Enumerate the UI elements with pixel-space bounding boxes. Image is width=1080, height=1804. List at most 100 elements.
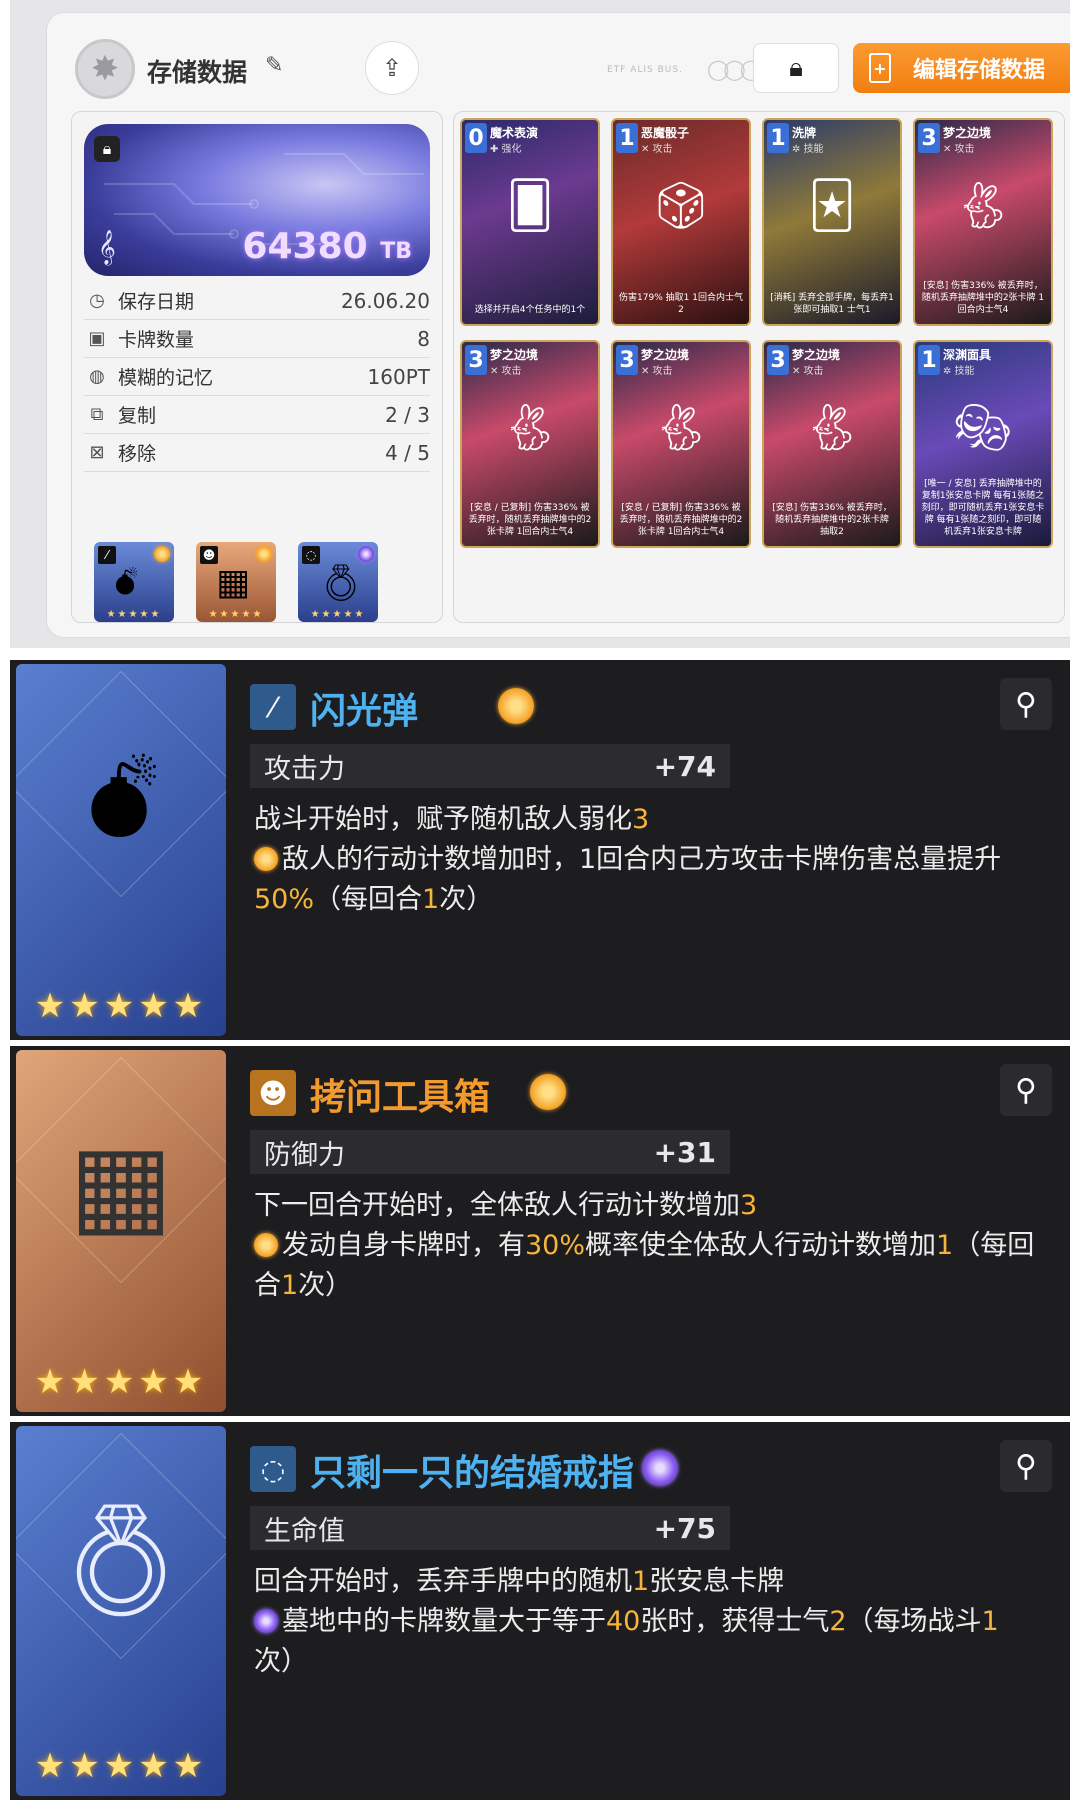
moon-badge-icon bbox=[642, 1450, 678, 1486]
stat-value: +75 bbox=[653, 1511, 716, 1545]
effect-line-1: 下一回合开始时，全体敌人行动计数增加3 bbox=[254, 1186, 1044, 1226]
text: 次） bbox=[298, 1270, 353, 1301]
sun-badge-icon bbox=[256, 546, 272, 562]
deck-card[interactable]: 1 深渊面具 ✲ 技能 🎭︎ [唯一 / 安息] 丢弃抽牌堆中的复制1张安息卡牌 每有1… bbox=[913, 340, 1053, 548]
panel-card: ✸ 存储数据 ✎ ⇪ ETF ALIS BUS. ◯◯◯ 🔒︎ + 编辑存储数据… bbox=[46, 12, 1070, 638]
text: 回合开始时，丢弃手牌中的随机 bbox=[254, 1566, 632, 1597]
text: 发动自身卡牌时，有 bbox=[282, 1230, 525, 1261]
edit-save-data-button[interactable]: + 编辑存储数据 bbox=[853, 43, 1070, 93]
card-name: 梦之边境 bbox=[792, 348, 841, 362]
number: 3 bbox=[632, 804, 650, 835]
deck-card[interactable]: 3 梦之边境 ✕ 攻击 🐇︎ [安息 / 已复制] 伤害336% 被丢弃时，随机丢弃抽牌… bbox=[460, 340, 600, 548]
rename-pencil-icon[interactable]: ✎ bbox=[265, 53, 283, 78]
equip-stars: ★★★★★ bbox=[208, 609, 264, 620]
sun-badge-icon bbox=[498, 688, 534, 724]
deck-card[interactable]: 1 洗牌 ✲ 技能 🃏︎ [消耗] 丢弃全部手牌，每丢弃1张即可抽取1 士气1 bbox=[762, 118, 902, 326]
stat-row: 防御力 +31 bbox=[250, 1130, 730, 1174]
card-description: 选择并开启4个任务中的1个 bbox=[474, 305, 586, 315]
deck-card[interactable]: 0 魔术表演 ✚ 强化 🂠 选择并开启4个任务中的1个 bbox=[460, 118, 600, 326]
item-name: 闪光弹 bbox=[310, 691, 419, 732]
item-detail-flashbang: 💣︎ ★★★★★ ⁄ 闪光弹 ⚲ 攻击力 +74 战斗开始时，赋予随机敌人弱化3 … bbox=[10, 660, 1070, 1040]
search-button[interactable]: ⚲ bbox=[1000, 678, 1052, 730]
deck-box: 0 魔术表演 ✚ 强化 🂠 选择并开启4个任务中的1个 1 恶魔骰子 ✕ 攻击 🎲︎ 伤害179%… bbox=[453, 111, 1065, 623]
text: 张时，获得士气 bbox=[640, 1606, 830, 1637]
avatar-star-icon[interactable]: ✸ bbox=[75, 39, 135, 99]
card-type: ✕ 攻击 bbox=[943, 144, 975, 155]
sun-inline-icon bbox=[254, 1233, 278, 1257]
card-cost: 1 bbox=[767, 123, 789, 153]
row-value: 4 / 5 bbox=[385, 440, 430, 465]
text: 次） bbox=[254, 1646, 308, 1677]
effect-line-2: 敌人的行动计数增加时，1回合内己方攻击卡牌伤害总量提升 50%（每回合1次） bbox=[254, 840, 1044, 920]
effect-line-1: 回合开始时，丢弃手牌中的随机1张安息卡牌 bbox=[254, 1562, 1044, 1602]
card-type: ✕ 攻击 bbox=[641, 144, 673, 155]
rings-logo-icon: ◯◯◯ bbox=[707, 57, 762, 81]
text: （每回合 bbox=[314, 884, 423, 915]
item-image: ▦ ★★★★★ bbox=[16, 1050, 226, 1412]
ring-icon: 💍︎ bbox=[318, 563, 364, 604]
sun-badge-icon bbox=[530, 1074, 566, 1110]
card-type: ✕ 攻击 bbox=[792, 366, 824, 377]
equip-stars: ★★★★★ bbox=[106, 609, 162, 620]
ring-type-icon: ◌ bbox=[250, 1446, 296, 1492]
search-button[interactable]: ⚲ bbox=[1000, 1440, 1052, 1492]
brain-icon: ◍ bbox=[89, 366, 105, 387]
card-art-icon: 🎭︎ bbox=[953, 399, 1013, 454]
row-label: 移除 bbox=[118, 443, 157, 465]
row-memory: ◍ 模糊的记忆 160PT bbox=[84, 358, 430, 396]
card-description: 伤害179% 抽取1 1回合内士气2 bbox=[619, 293, 743, 315]
card-description: [安息] 伤害336% 被丢弃时，随机丢弃抽牌堆中的2张卡牌 1回合内士气4 bbox=[921, 281, 1045, 315]
storage-banner: 🔒︎ 𝄞 64380 TB bbox=[84, 124, 430, 276]
effect-line-2: 发动自身卡牌时，有30%概率使全体敌人行动计数增加1（每回合1次） bbox=[254, 1226, 1044, 1306]
row-label: 模糊的记忆 bbox=[118, 367, 214, 389]
stat-row: 生命值 +75 bbox=[250, 1506, 730, 1550]
storage-amount: 64380 TB bbox=[242, 226, 412, 267]
item-name: 只剩一只的结婚戒指 bbox=[310, 1453, 635, 1494]
equip-toolbox[interactable]: ☻ ▦ ★★★★★ bbox=[196, 542, 276, 622]
card-type: ✲ 技能 bbox=[792, 144, 824, 155]
deck-card[interactable]: 3 梦之边境 ✕ 攻击 🐇︎ [安息 / 已复制] 伤害336% 被丢弃时，随机丢弃抽牌… bbox=[611, 340, 751, 548]
number: 1 bbox=[981, 1606, 999, 1637]
search-button[interactable]: ⚲ bbox=[1000, 1064, 1052, 1116]
card-art-icon: 🐇︎ bbox=[953, 177, 1013, 232]
number: 40 bbox=[606, 1606, 641, 1637]
row-label: 保存日期 bbox=[118, 291, 195, 313]
stat-value: +74 bbox=[653, 749, 716, 783]
text: 敌人的行动计数增加时，1回合内己方攻击卡牌伤害总量提升 bbox=[282, 844, 1002, 875]
card-art-icon: 🐇︎ bbox=[651, 399, 711, 454]
deck-card[interactable]: 3 梦之边境 ✕ 攻击 🐇︎ [安息] 伤害336% 被丢弃时，随机丢弃抽牌堆中的2张卡… bbox=[913, 118, 1053, 326]
grenade-icon: 💣︎ bbox=[85, 734, 157, 862]
number: 1 bbox=[632, 1566, 650, 1597]
card-type: ✕ 攻击 bbox=[641, 366, 673, 377]
card-description: [消耗] 丢弃全部手牌，每丢弃1张即可抽取1 士气1 bbox=[770, 293, 894, 315]
card-description: [安息] 伤害336% 被丢弃时，随机丢弃抽牌堆中的2张卡牌 抽取2 bbox=[772, 503, 892, 537]
item-description: 战斗开始时，赋予随机敌人弱化3 敌人的行动计数增加时，1回合内己方攻击卡牌伤害总… bbox=[254, 800, 1044, 920]
card-icon: ▣ bbox=[88, 328, 106, 349]
number: 1 bbox=[422, 884, 440, 915]
number: 2 bbox=[829, 1606, 847, 1637]
card-description: [安息 / 已复制] 伤害336% 被丢弃时，随机丢弃抽牌堆中的2张卡牌 1回合… bbox=[619, 503, 743, 537]
text: 下一回合开始时，全体敌人行动计数增加 bbox=[254, 1190, 740, 1221]
remove-icon: ⊠ bbox=[89, 442, 105, 463]
equip-flashbang[interactable]: ⁄ 💣︎ ★★★★★ bbox=[94, 542, 174, 622]
row-value: 160PT bbox=[367, 364, 430, 389]
share-icon: ⇪ bbox=[381, 54, 403, 82]
number: 1 bbox=[936, 1230, 954, 1261]
stat-value: +31 bbox=[653, 1135, 716, 1169]
deck-card[interactable]: 3 梦之边境 ✕ 攻击 🐇︎ [安息] 伤害336% 被丢弃时，随机丢弃抽牌堆中的2张卡… bbox=[762, 340, 902, 548]
row-save-date: ◷ 保存日期 26.06.20 bbox=[84, 282, 430, 320]
edit-doc-icon: + bbox=[869, 53, 891, 83]
item-name: 拷问工具箱 bbox=[310, 1077, 491, 1118]
item-image: 💍︎ ★★★★★ bbox=[16, 1426, 226, 1796]
share-button[interactable]: ⇪ bbox=[365, 41, 419, 95]
equip-ring[interactable]: ◌ 💍︎ ★★★★★ bbox=[298, 542, 378, 622]
deck-card[interactable]: 1 恶魔骰子 ✕ 攻击 🎲︎ 伤害179% 抽取1 1回合内士气2 bbox=[611, 118, 751, 326]
text: 次） bbox=[439, 884, 494, 915]
row-value: 2 / 3 bbox=[385, 402, 430, 427]
lock-button[interactable]: 🔒︎ bbox=[753, 43, 839, 93]
row-remove: ⊠ 移除 4 / 5 bbox=[84, 434, 430, 472]
equip-stars: ★★★★★ bbox=[310, 609, 366, 620]
stat-label: 攻击力 bbox=[264, 753, 345, 785]
card-cost: 3 bbox=[616, 345, 638, 375]
card-art-icon: 🐇︎ bbox=[500, 399, 560, 454]
